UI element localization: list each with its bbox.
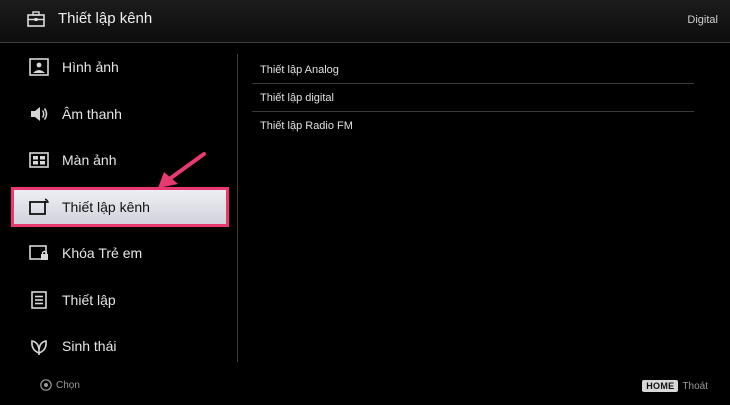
footer-exit-hint: HOME Thoát: [642, 380, 708, 392]
home-key-badge: HOME: [642, 380, 679, 392]
eco-icon: [31, 340, 47, 355]
speaker-icon: [31, 106, 48, 121]
select-label: Chọn: [56, 379, 80, 391]
footer-select-hint: Chọn: [40, 379, 80, 391]
page-title: Thiết lập kênh: [58, 10, 153, 27]
menu-item-eco[interactable]: Sinh thái: [14, 329, 226, 363]
menu-item-picture[interactable]: Hình ảnh: [14, 50, 226, 84]
submenu-item-analog-setup[interactable]: Thiết lập Analog: [252, 56, 694, 84]
menu-item-parental-lock[interactable]: Khóa Trẻ em: [14, 236, 226, 270]
menu-divider: [237, 54, 238, 362]
input-mode-label: Digital: [687, 14, 718, 26]
screen-icon: [29, 152, 49, 168]
menu-item-label: Sinh thái: [62, 338, 117, 354]
main-menu: Hình ảnh Âm thanh Màn ảnh Thiết lập kênh: [11, 50, 229, 376]
menu-item-label: Màn ảnh: [62, 152, 117, 168]
menu-item-label: Âm thanh: [62, 105, 122, 122]
header-bar: Thiết lập kênh Digital: [0, 0, 730, 43]
exit-label: Thoát: [682, 380, 708, 392]
menu-item-channel-setup[interactable]: Thiết lập kênh: [11, 186, 229, 227]
dpad-icon: [40, 379, 52, 391]
channel-setup-icon: [29, 197, 49, 215]
menu-item-sound[interactable]: Âm thanh: [14, 97, 226, 131]
menu-item-settings[interactable]: Thiết lập: [14, 283, 226, 317]
picture-icon: [29, 58, 49, 76]
annotation-arrow-icon: [158, 152, 206, 188]
parental-lock-icon: [29, 245, 48, 260]
menu-item-label: Khóa Trẻ em: [62, 245, 143, 261]
menu-item-label: Hình ảnh: [62, 59, 119, 75]
menu-item-label: Thiết lập kênh: [62, 198, 150, 215]
submenu-item-fm-radio-setup[interactable]: Thiết lập Radio FM: [252, 112, 694, 140]
settings-icon: [31, 290, 47, 309]
toolbox-icon: [27, 11, 45, 27]
submenu-list: Thiết lập Analog Thiết lập digital Thiết…: [252, 56, 694, 140]
menu-item-label: Thiết lập: [62, 291, 116, 308]
submenu-item-digital-setup[interactable]: Thiết lập digital: [252, 84, 694, 112]
